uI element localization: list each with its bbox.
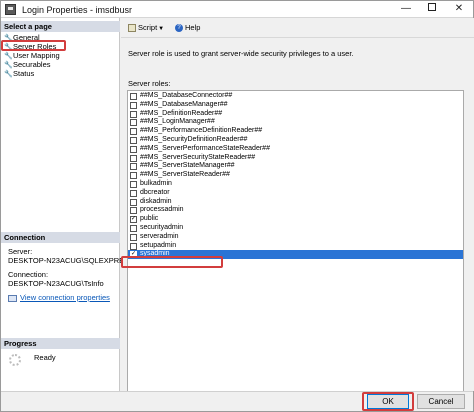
progress-status: Ready [34, 353, 56, 362]
role-row[interactable]: securityadmin [128, 224, 463, 233]
progress-spinner-icon [9, 354, 21, 366]
role-label: ##MS_ServerSecurityStateReader## [140, 153, 256, 161]
script-label: Script [138, 23, 158, 32]
role-checkbox[interactable] [130, 163, 137, 171]
cancel-button[interactable]: Cancel [417, 394, 465, 409]
role-row[interactable]: ##MS_ServerPerformanceStateReader## [128, 145, 463, 154]
role-checkbox[interactable] [130, 172, 137, 180]
wrench-icon: 🔧 [4, 71, 13, 78]
role-row[interactable]: ##MS_ServerSecurityStateReader## [128, 154, 463, 163]
role-label: bulkadmin [140, 180, 172, 187]
role-label: public [140, 215, 159, 223]
role-row[interactable]: ##MS_ServerStateReader## [128, 171, 463, 180]
page-item-status[interactable]: 🔧Status [4, 69, 34, 78]
role-row[interactable]: serveradmin [128, 233, 463, 242]
role-checkbox[interactable] [130, 101, 137, 109]
script-button[interactable]: Script▼ [128, 23, 165, 33]
login-properties-window: Login Properties - imsdbusr — ✕ Select a… [0, 0, 474, 412]
ok-highlight-box [362, 392, 414, 411]
window-title: Login Properties - imsdbusr [22, 5, 133, 15]
server-roles-highlight-box [1, 40, 66, 51]
role-checkbox[interactable] [130, 198, 137, 206]
role-row[interactable]: ##MS_DatabaseManager## [128, 101, 463, 110]
page-description: Server role is used to grant server-wide… [128, 49, 354, 58]
role-label: ##MS_ServerStateReader## [140, 171, 230, 179]
properties-icon [8, 294, 17, 302]
sysadmin-highlight-box [121, 256, 223, 268]
role-checkbox[interactable] [130, 233, 137, 241]
toolbar: Script▼ ? Help [121, 18, 474, 38]
left-pane: Select a page 🔧General 🔧Server Roles 🔧Us… [1, 18, 129, 391]
minimize-button[interactable]: — [393, 1, 419, 17]
help-label: Help [185, 23, 201, 32]
server-label: Server: [8, 247, 33, 256]
maximize-icon [428, 3, 436, 12]
role-label: ##MS_DefinitionReader## [140, 109, 223, 117]
role-checkbox[interactable] [130, 225, 137, 232]
app-icon [5, 4, 16, 15]
role-row[interactable]: ##MS_DatabaseConnector## [128, 92, 463, 101]
role-checkbox[interactable] [130, 128, 137, 136]
role-checkbox[interactable] [130, 242, 137, 250]
role-row[interactable]: ##MS_ServerStateManager## [128, 162, 463, 171]
role-row[interactable]: dbcreator [128, 189, 463, 198]
role-label: ##MS_SecurityDefinitionReader## [140, 136, 248, 143]
view-connection-properties-label: View connection properties [20, 293, 110, 302]
progress-header: Progress [1, 338, 120, 349]
page-item-securables[interactable]: 🔧Securables [4, 60, 51, 69]
role-checkbox[interactable] [130, 137, 137, 144]
role-checkbox[interactable] [130, 93, 137, 100]
page-item-user-mapping[interactable]: 🔧User Mapping [4, 51, 60, 60]
view-connection-properties-link[interactable]: View connection properties [8, 293, 110, 302]
role-label: ##MS_ServerStateManager## [140, 162, 235, 170]
right-pane: Script▼ ? Help Server role is used to gra… [121, 18, 474, 394]
script-icon [128, 24, 136, 33]
role-label: ##MS_LoginManager## [140, 118, 215, 126]
role-row[interactable]: bulkadmin [128, 180, 463, 189]
role-label: ##MS_ServerPerformanceStateReader## [140, 144, 270, 152]
title-bar[interactable]: Login Properties - imsdbusr — ✕ [1, 1, 473, 18]
role-label: ##MS_PerformanceDefinitionReader## [140, 127, 263, 135]
role-row[interactable]: ##MS_LoginManager## [128, 118, 463, 127]
role-row[interactable]: setupadmin [128, 242, 463, 251]
connection-header: Connection [1, 232, 120, 243]
button-bar: OK Cancel [1, 391, 473, 411]
role-checkbox[interactable] [130, 154, 137, 162]
role-label: diskadmin [140, 197, 172, 205]
role-checkbox[interactable] [130, 181, 137, 188]
role-checkbox[interactable] [130, 110, 137, 118]
role-label: serveradmin [140, 232, 179, 240]
server-value: DESKTOP-N23ACUG\SQLEXPRES [8, 256, 130, 265]
role-checkbox[interactable] [130, 119, 137, 127]
role-checkbox[interactable] [130, 189, 137, 197]
connection-value: DESKTOP-N23ACUG\TsInfo [8, 279, 104, 288]
page-item-label: User Mapping [13, 51, 60, 60]
role-checkbox[interactable] [130, 207, 137, 215]
role-row[interactable]: ##MS_DefinitionReader## [128, 110, 463, 119]
server-roles-list[interactable]: ##MS_DatabaseConnector## ##MS_DatabaseMan… [127, 90, 464, 394]
server-roles-label: Server roles: [128, 79, 171, 88]
role-checkbox[interactable] [130, 145, 137, 153]
page-item-label: Securables [13, 60, 51, 69]
role-label: processadmin [140, 206, 184, 214]
help-button[interactable]: ? Help [175, 23, 201, 33]
chevron-down-icon: ▼ [158, 26, 165, 32]
select-page-header: Select a page [1, 21, 120, 32]
maximize-button[interactable] [419, 1, 445, 17]
close-button[interactable]: ✕ [446, 1, 472, 17]
page-item-label: Status [13, 69, 35, 78]
role-label: ##MS_DatabaseConnector## [140, 92, 233, 99]
role-row[interactable]: ##MS_PerformanceDefinitionReader## [128, 127, 463, 136]
role-row[interactable]: processadmin [128, 206, 463, 215]
role-checkbox[interactable]: ✓ [130, 216, 137, 224]
connection-label: Connection: [8, 270, 49, 279]
role-label: setupadmin [140, 241, 177, 249]
role-label: dbcreator [140, 188, 170, 196]
role-row[interactable]: diskadmin [128, 198, 463, 207]
role-label: ##MS_DatabaseManager## [140, 100, 228, 108]
help-icon: ? [175, 24, 183, 33]
role-row[interactable]: ##MS_SecurityDefinitionReader## [128, 136, 463, 145]
role-label: securityadmin [140, 224, 184, 231]
role-row[interactable]: ✓ public [128, 215, 463, 224]
